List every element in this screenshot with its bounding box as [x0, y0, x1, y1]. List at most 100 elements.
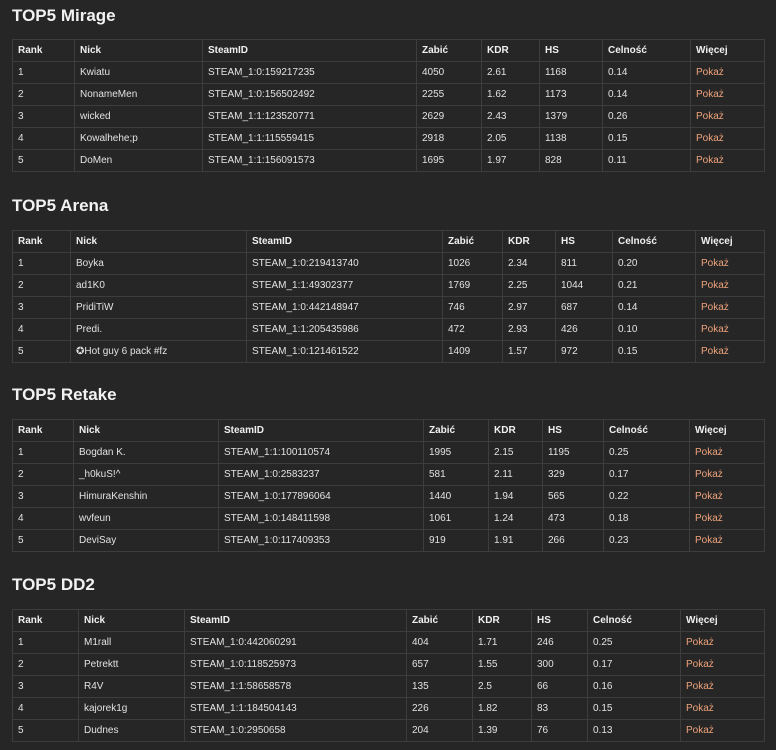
col-rank: Rank	[12, 230, 71, 253]
show-more-link[interactable]: Pokaż	[701, 346, 729, 357]
steamid-cell: STEAM_1:0:148411598	[218, 507, 424, 530]
steamid-cell: STEAM_1:0:2950658	[184, 719, 407, 742]
steamid-cell: STEAM_1:0:156502492	[202, 83, 417, 106]
rank-cell: 3	[12, 296, 71, 319]
kills-cell: 204	[406, 719, 473, 742]
col-kills: Zabić	[416, 39, 482, 62]
more-cell: Pokaż	[689, 529, 765, 552]
kdr-cell: 1.94	[488, 485, 543, 508]
kills-cell: 2255	[416, 83, 482, 106]
show-more-link[interactable]: Pokaż	[696, 155, 724, 166]
hs-cell: 473	[542, 507, 604, 530]
nick-cell: wicked	[74, 105, 203, 128]
accuracy-cell: 0.25	[587, 631, 681, 654]
kdr-cell: 1.24	[488, 507, 543, 530]
show-more-link[interactable]: Pokaż	[695, 513, 723, 524]
col-steamid: SteamID	[218, 419, 424, 442]
stats-table: Rank Nick SteamID Zabić KDR HS Celność W…	[12, 609, 765, 742]
col-accuracy: Celność	[603, 419, 690, 442]
show-more-link[interactable]: Pokaż	[696, 111, 724, 122]
more-cell: Pokaż	[690, 61, 765, 84]
col-more: Więcej	[680, 609, 765, 632]
kills-cell: 1409	[442, 340, 503, 363]
show-more-link[interactable]: Pokaż	[686, 703, 714, 714]
show-more-link[interactable]: Pokaż	[695, 469, 723, 480]
nick-cell: Dudnes	[78, 719, 185, 742]
table-row: 2 Petrektt STEAM_1:0:118525973 657 1.55 300 0.…	[12, 653, 765, 676]
show-more-link[interactable]: Pokaż	[695, 535, 723, 546]
steamid-cell: STEAM_1:0:442060291	[184, 631, 407, 654]
hs-cell: 329	[542, 463, 604, 486]
nick-cell: Predi.	[70, 318, 247, 341]
show-more-link[interactable]: Pokaż	[696, 133, 724, 144]
show-more-link[interactable]: Pokaż	[695, 491, 723, 502]
rank-cell: 4	[12, 697, 79, 720]
table-row: 4 wvfeun STEAM_1:0:148411598 1061 1.24 473 0.1…	[12, 507, 765, 530]
kills-cell: 4050	[416, 61, 482, 84]
col-hs: HS	[542, 419, 604, 442]
col-more: Więcej	[689, 419, 765, 442]
show-more-link[interactable]: Pokaż	[695, 447, 723, 458]
kills-cell: 135	[406, 675, 473, 698]
show-more-link[interactable]: Pokaż	[686, 659, 714, 670]
kills-cell: 746	[442, 296, 503, 319]
kills-cell: 404	[406, 631, 473, 654]
kills-cell: 472	[442, 318, 503, 341]
nick-cell: Petrektt	[78, 653, 185, 676]
steamid-cell: STEAM_1:1:123520771	[202, 105, 417, 128]
col-kdr: KDR	[488, 419, 543, 442]
steamid-cell: STEAM_1:0:121461522	[246, 340, 443, 363]
show-more-link[interactable]: Pokaż	[701, 280, 729, 291]
show-more-link[interactable]: Pokaż	[686, 637, 714, 648]
kdr-cell: 2.34	[502, 252, 556, 275]
hs-cell: 828	[539, 149, 603, 172]
kdr-cell: 1.91	[488, 529, 543, 552]
table-row: 5 DeviSay STEAM_1:0:117409353 919 1.91 266 0.2…	[12, 529, 765, 552]
accuracy-cell: 0.14	[602, 83, 691, 106]
rank-cell: 5	[12, 149, 75, 172]
kdr-cell: 1.55	[472, 653, 532, 676]
col-accuracy: Celność	[587, 609, 681, 632]
table-row: 2 NonameMen STEAM_1:0:156502492 2255 1.62 117…	[12, 83, 765, 106]
col-nick: Nick	[74, 39, 203, 62]
kdr-cell: 1.57	[502, 340, 556, 363]
more-cell: Pokaż	[680, 719, 765, 742]
show-more-link[interactable]: Pokaż	[696, 89, 724, 100]
steamid-cell: STEAM_1:0:118525973	[184, 653, 407, 676]
rank-cell: 3	[12, 485, 74, 508]
rank-cell: 1	[12, 252, 71, 275]
col-kills: Zabić	[442, 230, 503, 253]
show-more-link[interactable]: Pokaż	[701, 302, 729, 313]
accuracy-cell: 0.16	[587, 675, 681, 698]
stats-table: Rank Nick SteamID Zabić KDR HS Celność W…	[12, 230, 765, 363]
kdr-cell: 2.25	[502, 274, 556, 297]
show-more-link[interactable]: Pokaż	[701, 324, 729, 335]
rank-cell: 4	[12, 507, 74, 530]
col-more: Więcej	[690, 39, 765, 62]
table-row: 2 ad1K0 STEAM_1:1:49302377 1769 2.25 1044 0.21…	[12, 274, 765, 297]
more-cell: Pokaż	[680, 697, 765, 720]
stats-table: Rank Nick SteamID Zabić KDR HS Celność W…	[12, 39, 765, 172]
show-more-link[interactable]: Pokaż	[686, 725, 714, 736]
accuracy-cell: 0.22	[603, 485, 690, 508]
kills-cell: 919	[423, 529, 489, 552]
rank-cell: 5	[12, 340, 71, 363]
show-more-link[interactable]: Pokaż	[686, 681, 714, 692]
nick-cell: Kowalhehe;p	[74, 127, 203, 150]
col-more: Więcej	[695, 230, 765, 253]
kdr-cell: 2.5	[472, 675, 532, 698]
steamid-cell: STEAM_1:0:159217235	[202, 61, 417, 84]
show-more-link[interactable]: Pokaż	[696, 67, 724, 78]
table-row: 5 Dudnes STEAM_1:0:2950658 204 1.39 76 0.13 Pok…	[12, 719, 765, 742]
stats-table: Rank Nick SteamID Zabić KDR HS Celność W…	[12, 419, 765, 552]
accuracy-cell: 0.15	[612, 340, 696, 363]
nick-cell: HimuraKenshin	[73, 485, 219, 508]
hs-cell: 1168	[539, 61, 603, 84]
show-more-link[interactable]: Pokaż	[701, 258, 729, 269]
table-row: 4 Kowalhehe;p STEAM_1:1:115559415 2918 2.05 1…	[12, 127, 765, 150]
hs-cell: 76	[531, 719, 588, 742]
nick-cell: kajorek1g	[78, 697, 185, 720]
hs-cell: 246	[531, 631, 588, 654]
nick-cell: wvfeun	[73, 507, 219, 530]
table-row: 3 wicked STEAM_1:1:123520771 2629 2.43 1379 0.…	[12, 105, 765, 128]
